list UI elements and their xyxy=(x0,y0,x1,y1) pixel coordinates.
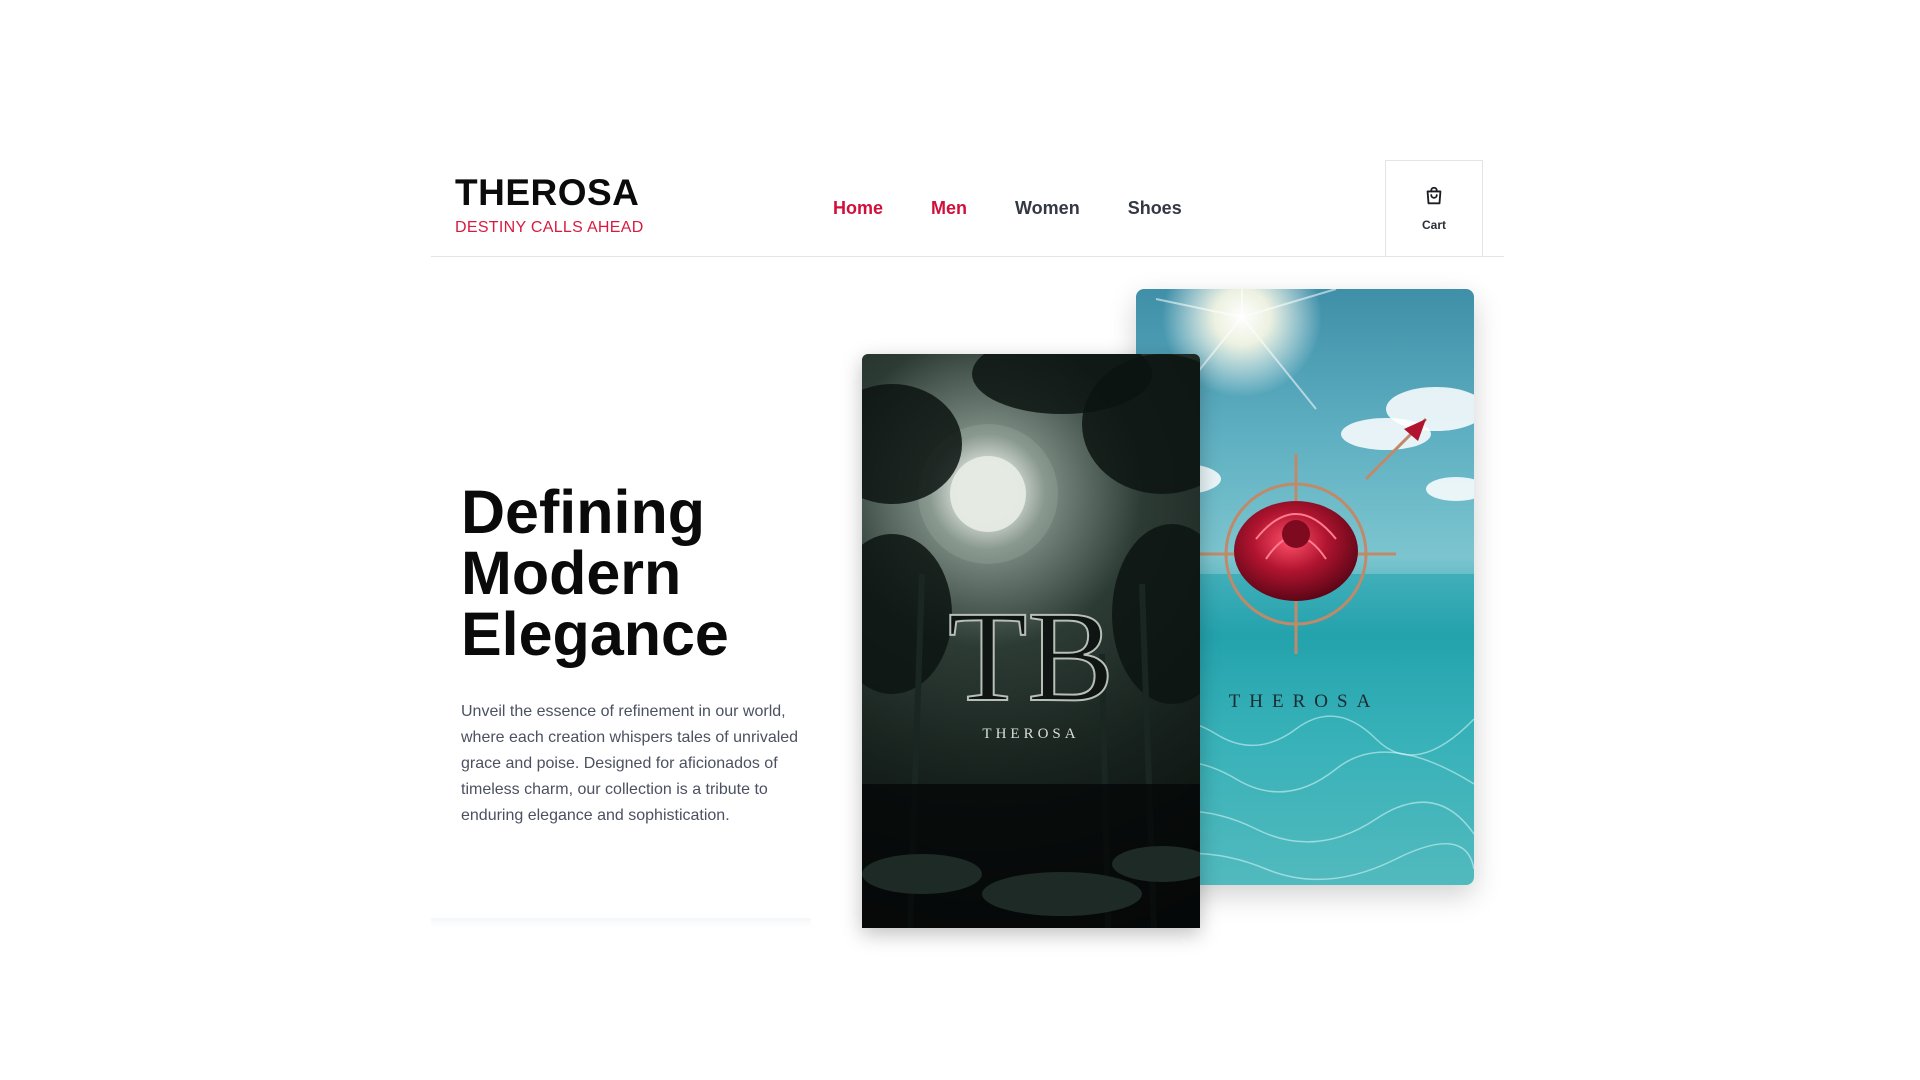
forest-monogram-illustration: TB THEROSA xyxy=(862,354,1200,928)
left-card-caption: THEROSA xyxy=(982,726,1079,742)
monogram-logo: TB xyxy=(948,585,1114,729)
forest-monogram-image: TB THEROSA xyxy=(862,354,1200,928)
hero-title-line: Elegance xyxy=(461,600,729,668)
hero-title: Defining Modern Elegance xyxy=(461,482,801,665)
right-card-caption: THEROSA xyxy=(1229,691,1380,712)
brand-tagline: DESTINY CALLS AHEAD xyxy=(455,219,644,236)
hero-title-line: Modern xyxy=(461,539,682,607)
hero-section: Defining Modern Elegance Unveil the esse… xyxy=(461,482,801,845)
shopping-bag-icon xyxy=(1423,185,1445,212)
nav-link-women[interactable]: Women xyxy=(1015,198,1080,219)
site-header: THEROSA DESTINY CALLS AHEAD Home Men Wom… xyxy=(431,160,1504,257)
brand[interactable]: THEROSA DESTINY CALLS AHEAD xyxy=(455,174,644,237)
cart-label: Cart xyxy=(1421,218,1446,232)
nav-link-home[interactable]: Home xyxy=(833,198,883,219)
hero-divider xyxy=(431,918,811,928)
main-nav: Home Men Women Shoes xyxy=(833,198,1182,219)
hero-description: Unveil the essence of refinement in our … xyxy=(461,703,799,824)
brand-name[interactable]: THEROSA xyxy=(455,174,644,211)
nav-link-men[interactable]: Men xyxy=(931,198,967,219)
nav-link-shoes[interactable]: Shoes xyxy=(1128,198,1182,219)
hero-title-line: Defining xyxy=(461,478,705,546)
cart-button[interactable]: Cart xyxy=(1385,160,1483,256)
